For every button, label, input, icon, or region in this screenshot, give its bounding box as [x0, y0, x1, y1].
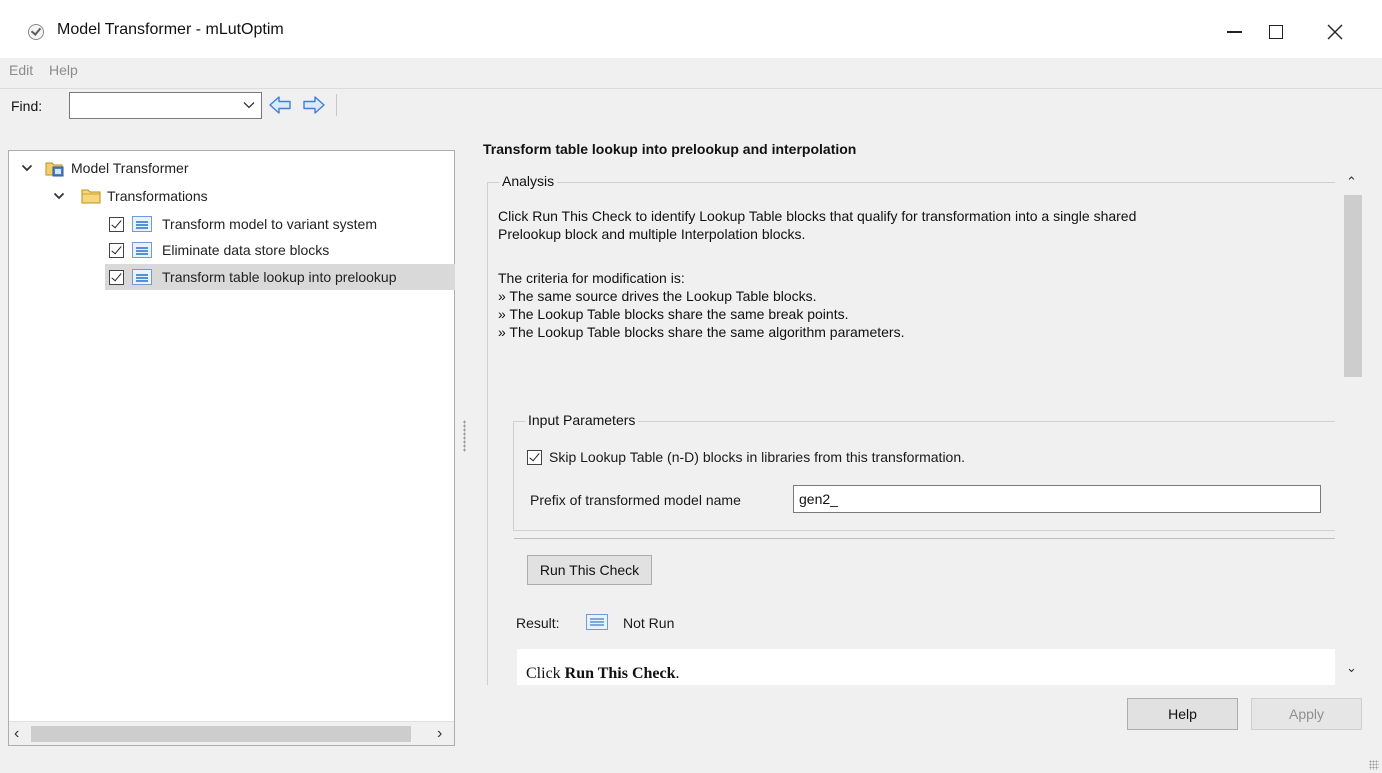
maximize-icon: [1269, 25, 1283, 39]
minimize-button[interactable]: [1211, 14, 1257, 50]
skip-libraries-checkbox[interactable]: [527, 449, 542, 465]
forward-arrow-icon[interactable]: [302, 95, 326, 115]
scrollbar-thumb[interactable]: [31, 726, 411, 742]
tree-item-variant-system[interactable]: Transform model to variant system: [109, 211, 377, 237]
title-bar: Model Transformer - mLutOptim: [0, 0, 1382, 62]
criteria-item: » The Lookup Table blocks share the same…: [498, 324, 905, 340]
horizontal-scrollbar[interactable]: ‹ ›: [9, 721, 454, 745]
tree-folder-label: Transformations: [107, 188, 208, 204]
menu-help[interactable]: Help: [49, 62, 78, 78]
checkbox[interactable]: [109, 216, 124, 232]
criteria-item: » The same source drives the Lookup Tabl…: [498, 288, 817, 304]
maximize-button[interactable]: [1253, 14, 1299, 50]
find-combobox[interactable]: [69, 92, 262, 119]
result-status: Not Run: [623, 615, 675, 631]
result-text: Click Run This Check.: [526, 665, 680, 683]
chevron-right-icon[interactable]: ›: [437, 725, 442, 743]
tree-item-data-store[interactable]: Eliminate data store blocks: [109, 237, 329, 263]
check-circle-icon: [28, 24, 44, 40]
tree-item-label: Transform model to variant system: [162, 216, 377, 232]
check-list-icon: [132, 242, 152, 258]
chevron-down-icon[interactable]: [53, 190, 65, 202]
tree-item-table-lookup[interactable]: Transform table lookup into prelookup: [105, 264, 455, 290]
tree-root-model-transformer[interactable]: Model Transformer: [45, 155, 188, 181]
input-parameters-title: Input Parameters: [525, 412, 639, 428]
skip-libraries-option[interactable]: Skip Lookup Table (n-D) blocks in librar…: [527, 449, 965, 465]
window-title: Model Transformer - mLutOptim: [57, 21, 284, 38]
check-heading: Transform table lookup into prelookup an…: [483, 141, 857, 157]
folder-icon: [81, 189, 101, 204]
tree-item-label: Eliminate data store blocks: [162, 242, 330, 258]
tree-item-label: Transform table lookup into prelookup: [162, 269, 397, 285]
analysis-group: Analysis Click Run This Check to identif…: [487, 173, 1335, 685]
chevron-down-icon[interactable]: [243, 99, 255, 111]
prefix-input[interactable]: gen2_: [793, 485, 1321, 513]
help-button[interactable]: Help: [1127, 698, 1238, 730]
vertical-scrollbar[interactable]: ⌃ ⌄: [1341, 170, 1365, 682]
check-content: Analysis Click Run This Check to identif…: [475, 165, 1335, 685]
checkbox[interactable]: [109, 269, 124, 285]
prefix-label: Prefix of transformed model name: [530, 492, 741, 508]
model-transformer-icon: [45, 162, 64, 177]
skip-libraries-label: Skip Lookup Table (n-D) blocks in librar…: [549, 449, 966, 465]
find-label: Find:: [11, 98, 43, 114]
minimize-icon: [1226, 31, 1242, 33]
result-output: Click Run This Check.: [517, 649, 1335, 685]
tree-panel: Model Transformer Transformations Transf…: [8, 150, 455, 746]
toolbar-separator: [336, 94, 337, 116]
tree-folder-transformations[interactable]: Transformations: [81, 183, 208, 209]
splitter-handle[interactable]: [463, 420, 466, 452]
back-arrow-icon[interactable]: [268, 95, 292, 115]
criteria-intro: The criteria for modification is:: [498, 270, 685, 286]
apply-button[interactable]: Apply: [1251, 698, 1362, 730]
checkbox[interactable]: [109, 242, 124, 258]
input-parameters-group: Input Parameters Skip Lookup Table (n-D)…: [513, 412, 1335, 531]
criteria-item: » The Lookup Table blocks share the same…: [498, 306, 849, 322]
toolbar: Find:: [0, 88, 1382, 122]
description-line: Prelookup block and multiple Interpolati…: [498, 226, 806, 242]
check-list-icon: [132, 216, 152, 232]
divider: [514, 538, 1335, 539]
chevron-down-icon[interactable]: [21, 162, 33, 174]
result-label: Result:: [516, 615, 560, 631]
not-run-icon: [586, 614, 608, 633]
scrollbar-thumb[interactable]: [1344, 195, 1362, 377]
analysis-description: Click Run This Check to identify Lookup …: [498, 207, 1318, 243]
menu-edit[interactable]: Edit: [9, 62, 33, 78]
result-text-prefix: Click: [526, 665, 565, 682]
description-line: Click Run This Check to identify Lookup …: [498, 208, 1137, 224]
close-icon: [1327, 24, 1343, 40]
result-text-suffix: .: [675, 665, 680, 682]
tree-root-label: Model Transformer: [71, 160, 189, 176]
run-this-check-button[interactable]: Run This Check: [527, 555, 652, 585]
resize-grip[interactable]: [1369, 760, 1379, 770]
chevron-up-icon[interactable]: ⌃: [1346, 174, 1357, 190]
analysis-title: Analysis: [499, 173, 558, 189]
chevron-left-icon[interactable]: ‹: [14, 725, 19, 743]
chevron-down-icon[interactable]: ⌄: [1346, 660, 1357, 676]
menu-bar: Edit Help: [0, 58, 1382, 84]
check-list-icon: [132, 269, 152, 285]
result-text-link: Run This Check: [564, 665, 676, 682]
close-button[interactable]: [1312, 14, 1358, 50]
